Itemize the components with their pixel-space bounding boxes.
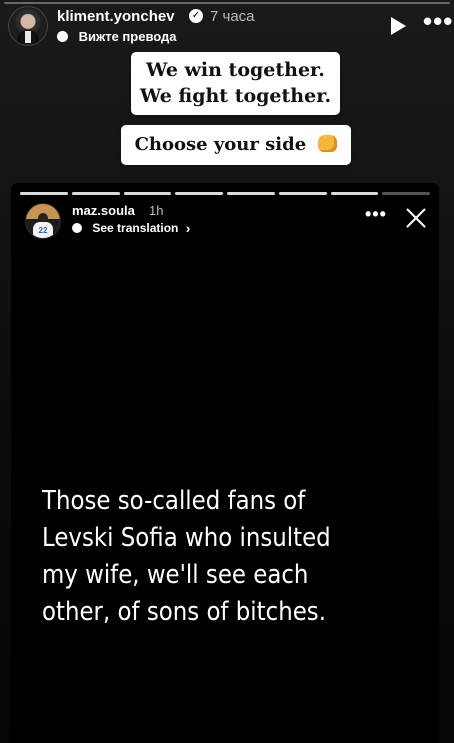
- progress-segment: [278, 192, 327, 195]
- more-icon[interactable]: •••: [423, 8, 453, 34]
- progress-segment: [330, 192, 379, 195]
- inner-progress-bar: [20, 192, 430, 195]
- play-icon[interactable]: [391, 17, 406, 35]
- avatar-jersey: 22: [33, 222, 53, 238]
- progress-segment: [20, 192, 68, 195]
- progress-segment: [227, 192, 275, 195]
- progress-segment: [175, 192, 223, 195]
- inner-time: 1h: [149, 203, 164, 218]
- progress-segment: [382, 192, 430, 195]
- outer-profile-avatar[interactable]: [8, 6, 48, 46]
- choose-side-label: Choose your side: [134, 134, 307, 155]
- story-viewer: kliment.yonchev ✓ 7 часа Вижте превода •…: [0, 0, 454, 743]
- outer-progress-bar: [4, 2, 450, 4]
- outer-time: 7 часа: [210, 8, 255, 25]
- outer-story-header: kliment.yonchev ✓ 7 часа Вижте превода •…: [6, 6, 452, 46]
- inner-username[interactable]: maz.soula: [72, 203, 135, 218]
- outer-username[interactable]: kliment.yonchev: [57, 8, 175, 25]
- progress-segment: [71, 192, 120, 195]
- verified-icon: ✓: [189, 9, 203, 23]
- outer-translation-label: Вижте превода: [78, 29, 177, 44]
- inner-profile-avatar[interactable]: 22: [25, 203, 61, 239]
- more-icon[interactable]: •••: [365, 205, 387, 223]
- story-caption: Those so-called fans of Levski Sofia who…: [42, 486, 331, 627]
- translate-icon: [72, 223, 82, 233]
- fist-bump-icon: [318, 135, 338, 152]
- chevron-right-icon: ›: [185, 220, 191, 236]
- together-sticker-line-1: We win together.: [146, 59, 325, 81]
- close-icon[interactable]: [404, 206, 428, 230]
- shared-story-card[interactable]: 22 maz.soula 1h See translation › ••• Th…: [11, 183, 439, 743]
- together-sticker: We win together. We fight together.: [131, 52, 340, 115]
- outer-translation-link[interactable]: Вижте превода: [57, 29, 177, 44]
- inner-translation-label: See translation: [92, 221, 179, 235]
- progress-segment: [123, 192, 172, 195]
- inner-translation-link[interactable]: See translation ›: [72, 221, 190, 235]
- translate-icon: [57, 31, 68, 42]
- choose-side-sticker: Choose your side: [121, 125, 351, 165]
- together-sticker-line-2: We fight together.: [139, 85, 332, 107]
- avatar-shirt-shape: [25, 31, 31, 43]
